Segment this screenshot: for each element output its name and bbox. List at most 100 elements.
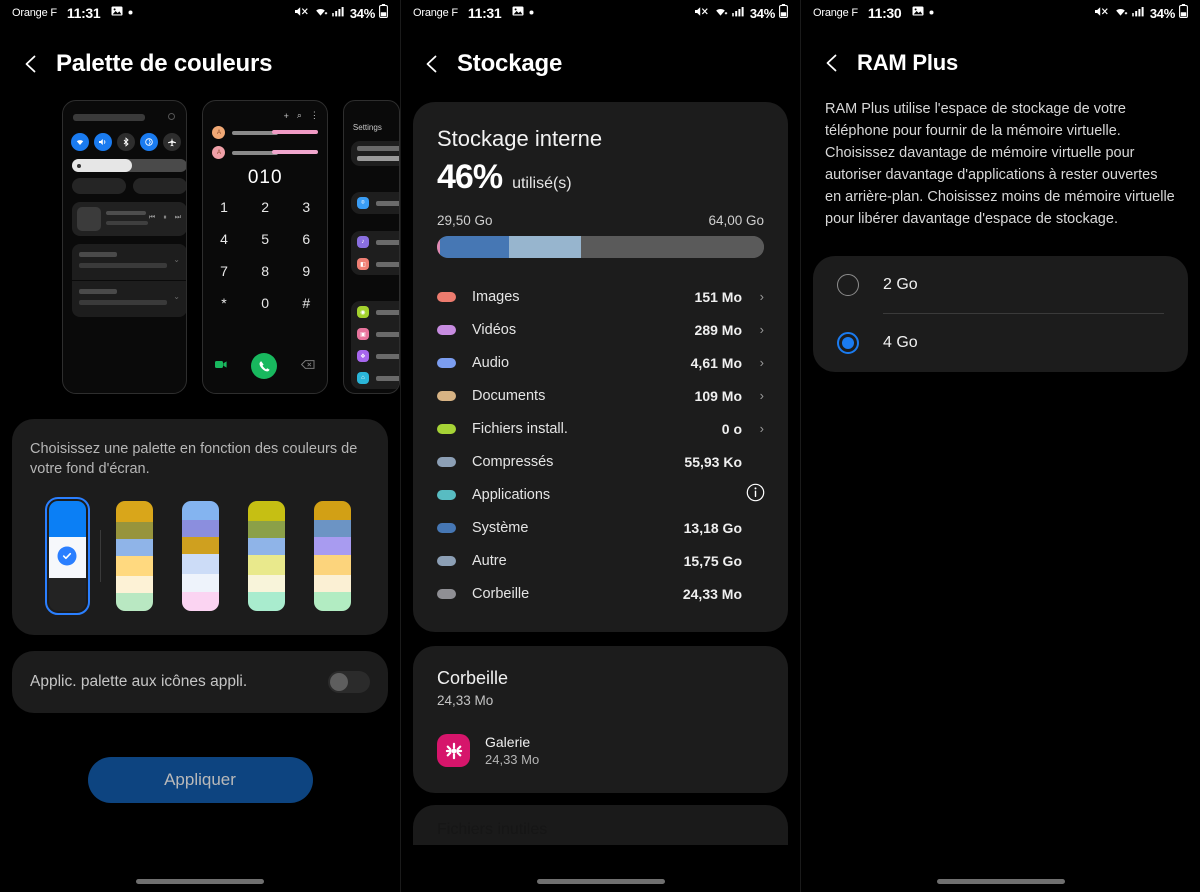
avatar: A — [212, 146, 226, 159]
apply-palette-to-icons-toggle[interactable] — [328, 671, 370, 693]
storage-category-row[interactable]: Images 151 Mo › — [437, 280, 764, 313]
radio-button[interactable] — [837, 274, 859, 296]
dial-key[interactable]: # — [286, 295, 327, 311]
rotation-toggle-icon — [140, 133, 158, 151]
info-icon[interactable] — [746, 483, 765, 507]
radio-button-selected[interactable] — [837, 332, 859, 354]
category-color-dot — [437, 357, 456, 368]
page-title: Palette de couleurs — [56, 50, 273, 77]
ram-option-4go[interactable]: 4 Go — [813, 314, 1188, 372]
battery-icon — [379, 4, 388, 22]
palette-option-5[interactable] — [300, 501, 366, 611]
gear-icon — [168, 113, 176, 120]
storage-category-row[interactable]: Corbeille 24,33 Mo — [437, 577, 764, 610]
backspace-icon[interactable] — [300, 360, 315, 372]
gallery-app-icon — [437, 734, 470, 767]
storage-category-row[interactable]: Système 13,18 Go — [437, 511, 764, 544]
dot-notification-icon — [929, 7, 934, 19]
trash-card[interactable]: Corbeille 24,33 Mo Galerie 24,33 Mo — [413, 646, 788, 793]
theme-preview-row: ⏮ ⏸ ⏭ ⌄ ⌄ + ⌕ ⋮ A A 010 1 2 3 4 5 6 7 8 … — [0, 100, 400, 395]
home-gesture-pill[interactable] — [536, 879, 665, 884]
dial-key[interactable]: * — [203, 295, 244, 311]
ram-option-2go[interactable]: 2 Go — [813, 256, 1188, 314]
category-color-dot — [437, 423, 456, 434]
dial-key[interactable]: 3 — [286, 199, 327, 215]
palette-swatch[interactable] — [248, 501, 286, 611]
palette-description-card: Choisissez une palette en fonction des c… — [12, 419, 388, 635]
back-icon[interactable] — [421, 53, 443, 75]
dial-key[interactable]: 5 — [245, 231, 286, 247]
storage-category-list: Images 151 Mo › Vidéos 289 Mo › Audio 4,… — [437, 280, 765, 610]
brightness-slider-knob[interactable] — [77, 163, 81, 168]
palette-swatch[interactable] — [182, 501, 219, 611]
next-icon: ⏭ — [174, 214, 181, 221]
home-gesture-pill[interactable] — [936, 879, 1065, 884]
dial-key[interactable]: 7 — [203, 263, 244, 279]
dial-key[interactable]: 2 — [245, 199, 286, 215]
chevron-down-icon: ⌄ — [173, 255, 180, 264]
palette-swatch[interactable] — [44, 497, 90, 615]
storage-category-row[interactable]: Documents 109 Mo › — [437, 379, 764, 412]
brightness-slider[interactable] — [72, 159, 187, 172]
status-clock: 11:31 — [66, 5, 101, 21]
storage-category-row[interactable]: Audio 4,61 Mo › — [437, 346, 764, 379]
ram-option-label: 2 Go — [883, 276, 918, 293]
storage-category-row[interactable]: Applications — [437, 478, 765, 511]
apply-button[interactable]: Appliquer — [87, 757, 313, 803]
apply-palette-to-icons-row[interactable]: Applic. palette aux icônes appli. — [12, 651, 388, 713]
dial-key[interactable]: 4 — [203, 231, 244, 247]
palette-option-1[interactable] — [34, 497, 100, 615]
dial-key[interactable]: 8 — [245, 263, 286, 279]
title-bar-middle: Stockage — [401, 26, 800, 100]
dial-key[interactable]: 0 — [245, 295, 286, 311]
call-button[interactable] — [251, 353, 278, 379]
preview-notif-title — [79, 289, 117, 294]
category-value: 151 Mo — [694, 288, 742, 305]
preview-dialer[interactable]: + ⌕ ⋮ A A 010 1 2 3 4 5 6 7 8 9 * 0 # — [202, 100, 328, 394]
dial-key[interactable]: 1 — [203, 199, 244, 215]
category-label: Vidéos — [472, 321, 517, 338]
battery-icon — [779, 4, 788, 22]
storage-category-row[interactable]: Vidéos 289 Mo › — [437, 313, 764, 346]
storage-category-row[interactable]: Autre 15,75 Go — [437, 544, 764, 577]
palette-swatch[interactable] — [314, 501, 352, 611]
preview-media-subtitle — [106, 221, 148, 225]
category-value: 15,75 Go — [683, 552, 742, 569]
themes-icon: ❖ — [356, 350, 369, 362]
storage-usage-bar — [437, 236, 764, 258]
home-gesture-pill[interactable] — [136, 879, 264, 884]
category-label: Applications — [472, 486, 551, 503]
storage-category-row[interactable]: Compressés 55,93 Ko — [437, 445, 764, 478]
preview-qp-pill — [72, 178, 126, 194]
video-call-icon[interactable] — [215, 360, 227, 372]
status-bar-middle: Orange F 11:31 34% — [401, 0, 800, 26]
trash-title: Corbeille — [437, 668, 509, 688]
preview-settings-row — [351, 156, 399, 166]
preview-settings[interactable]: Settings ⌾ ♪ ◧ ◉ ▣ ❖ ⌂ — [342, 100, 400, 394]
trash-app-row[interactable]: Galerie 24,33 Mo — [437, 734, 764, 767]
storage-bar-segment — [580, 236, 764, 258]
dialer-actions — [203, 353, 326, 379]
dial-key[interactable]: 9 — [286, 263, 327, 279]
connections-icon: ⌾ — [356, 197, 369, 209]
preview-settings-row: ❖ — [351, 345, 399, 367]
category-label: Images — [472, 288, 520, 305]
palette-option-2[interactable] — [101, 501, 167, 611]
back-icon[interactable] — [821, 52, 843, 74]
chevron-right-icon: › — [759, 421, 764, 436]
back-icon[interactable] — [20, 53, 42, 75]
dialer-number-display: 010 — [247, 167, 283, 188]
dialer-keypad[interactable]: 1 2 3 4 5 6 7 8 9 * 0 # — [203, 199, 326, 311]
dial-key[interactable]: 6 — [286, 231, 327, 247]
preview-media-title — [106, 211, 146, 215]
palette-swatch[interactable] — [115, 501, 153, 611]
trash-app-name: Galerie — [485, 734, 531, 750]
storage-used-label: 29,50 Go — [437, 213, 493, 228]
junk-files-card-peek[interactable]: Fichiers inutiles — [413, 805, 788, 845]
palette-option-4[interactable] — [234, 501, 300, 611]
navigation-bar — [401, 879, 800, 884]
preview-quick-panel[interactable]: ⏮ ⏸ ⏭ ⌄ ⌄ — [62, 100, 188, 394]
palette-option-3[interactable] — [167, 501, 233, 611]
category-label: Système — [472, 519, 529, 536]
storage-category-row[interactable]: Fichiers install. 0 o › — [437, 412, 764, 445]
